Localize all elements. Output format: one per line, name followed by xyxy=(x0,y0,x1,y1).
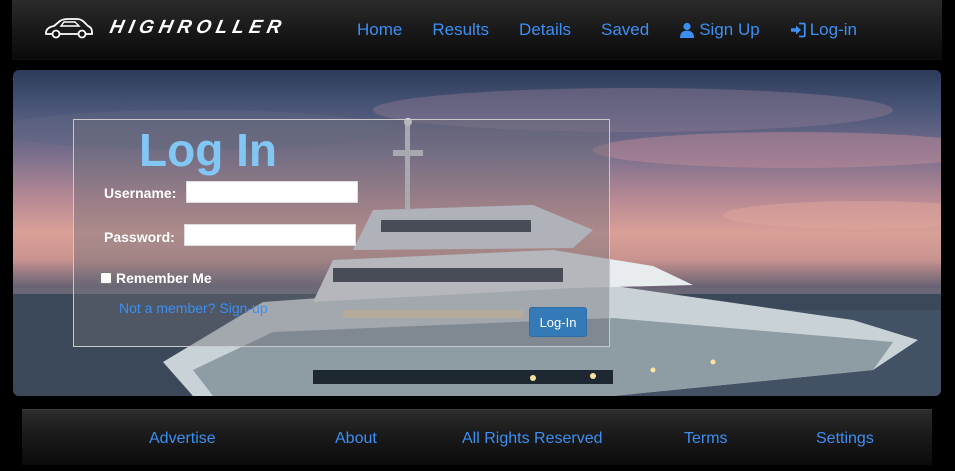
nav-home[interactable]: Home xyxy=(357,20,402,40)
username-label: Username: xyxy=(104,185,177,201)
footer-advertise[interactable]: Advertise xyxy=(149,430,216,448)
hero-banner: Log In Username: Password: Remember Me N… xyxy=(13,70,941,396)
login-panel: Log In Username: Password: Remember Me N… xyxy=(73,119,610,347)
nav-sign-up[interactable]: Sign Up xyxy=(679,20,760,40)
password-input[interactable] xyxy=(184,224,356,246)
brand[interactable]: HIGHROLLER xyxy=(44,16,288,40)
username-input[interactable] xyxy=(186,181,358,203)
footer-all-rights-reserved[interactable]: All Rights Reserved xyxy=(462,430,603,448)
password-label: Password: xyxy=(104,229,175,245)
footer-terms[interactable]: Terms xyxy=(684,430,728,448)
top-navbar: HIGHROLLER Home Results Details Saved Si… xyxy=(12,0,942,60)
log-in-button[interactable]: Log-In xyxy=(529,307,587,337)
brand-name: HIGHROLLER xyxy=(107,17,288,38)
remember-me-label: Remember Me xyxy=(116,270,212,286)
footer-settings[interactable]: Settings xyxy=(816,430,874,448)
nav-results[interactable]: Results xyxy=(432,20,489,40)
nav-log-in[interactable]: Log-in xyxy=(790,20,857,40)
nav-saved[interactable]: Saved xyxy=(601,20,649,40)
nav-sign-up-label: Sign Up xyxy=(699,20,760,39)
signup-link[interactable]: Not a member? Sign-up xyxy=(119,300,268,316)
login-icon xyxy=(790,22,806,38)
nav-log-in-label: Log-in xyxy=(809,20,857,39)
main-nav: Home Results Details Saved Sign Up Log-i… xyxy=(357,20,887,40)
nav-details[interactable]: Details xyxy=(519,20,571,40)
car-icon xyxy=(45,18,93,39)
remember-me-row: Remember Me xyxy=(100,270,212,286)
footer-bar: Advertise About All Rights Reserved Term… xyxy=(22,409,932,465)
footer-about[interactable]: About xyxy=(335,430,377,448)
remember-me-checkbox[interactable] xyxy=(100,272,112,284)
user-icon xyxy=(680,22,695,38)
login-title: Log In xyxy=(139,124,277,176)
